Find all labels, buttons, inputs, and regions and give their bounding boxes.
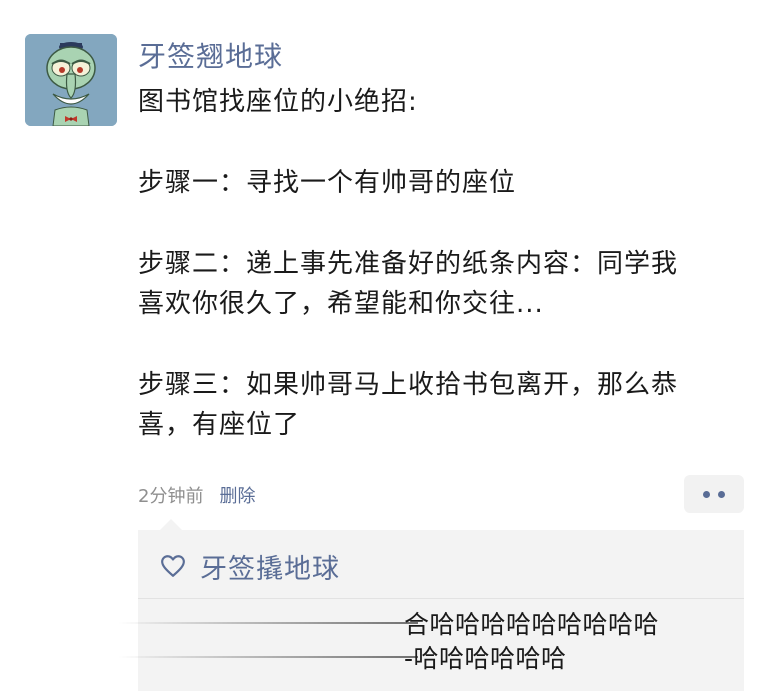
comment-text: 合哈哈哈哈哈哈哈哈哈 -哈哈哈哈哈哈 bbox=[404, 608, 734, 676]
divider bbox=[138, 598, 744, 599]
liker-name[interactable]: 牙签撬地球 bbox=[200, 547, 340, 586]
more-dots-icon bbox=[703, 490, 710, 498]
step-two: 步骤二：递上事先准备好的纸条内容：同学我喜欢你很久了，希望能和你交往... bbox=[138, 249, 679, 319]
avatar[interactable] bbox=[25, 34, 117, 126]
squidward-avatar-icon bbox=[25, 34, 117, 126]
moments-post: 牙签翘地球 图书馆找座位的小绝招: 步骤一：寻找一个有帅哥的座位 步骤二：递上事… bbox=[0, 0, 770, 691]
post-content: 图书馆找座位的小绝招: 步骤一：寻找一个有帅哥的座位 步骤二：递上事先准备好的纸… bbox=[138, 82, 698, 445]
step-three: 步骤三：如果帅哥马上收拾书包离开，那么恭喜，有座位了 bbox=[138, 370, 679, 440]
delete-link[interactable]: 删除 bbox=[219, 482, 255, 508]
author-name[interactable]: 牙签翘地球 bbox=[138, 38, 283, 76]
motion-streak bbox=[118, 656, 418, 658]
comment-line: 合哈哈哈哈哈哈哈哈哈 bbox=[404, 610, 660, 639]
more-dots-icon bbox=[718, 490, 725, 498]
step-one: 步骤一：寻找一个有帅哥的座位 bbox=[138, 168, 517, 198]
post-meta: 2分钟前 删除 bbox=[138, 480, 255, 510]
comment-line: -哈哈哈哈哈哈 bbox=[404, 644, 567, 673]
post-title-line: 图书馆找座位的小绝招: bbox=[138, 87, 418, 117]
more-actions-button[interactable] bbox=[684, 475, 744, 513]
interaction-panel: 牙签撬地球 合哈哈哈哈哈哈哈哈哈 -哈哈哈哈哈哈 bbox=[118, 530, 744, 691]
motion-streak bbox=[118, 622, 418, 624]
post-timestamp: 2分钟前 bbox=[138, 486, 204, 507]
likes-row: 牙签撬地球 bbox=[160, 546, 340, 586]
panel-caret bbox=[160, 519, 182, 530]
heart-outline-icon bbox=[161, 555, 185, 577]
